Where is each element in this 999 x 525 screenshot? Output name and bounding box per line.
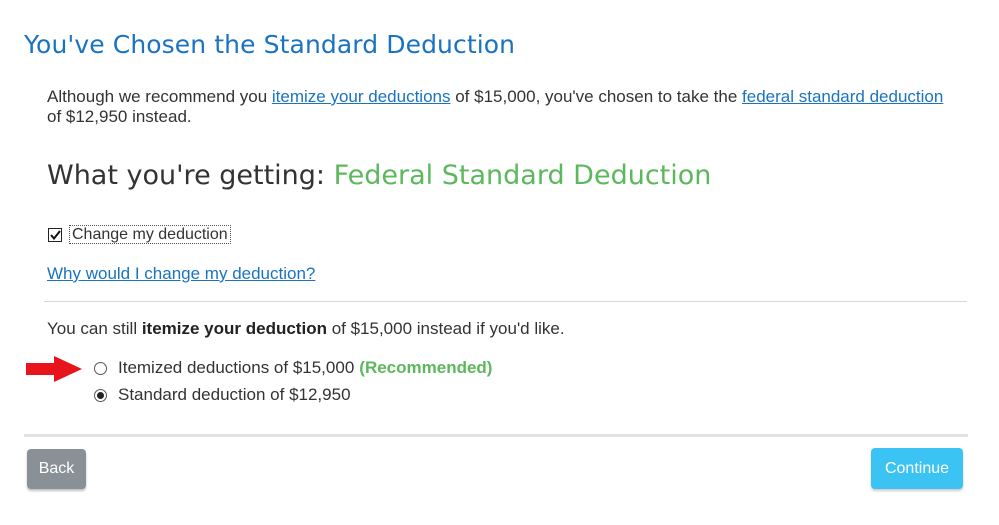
back-button[interactable]: Back <box>27 449 86 489</box>
option-standard[interactable]: Standard deduction of $12,950 <box>94 385 351 405</box>
still-text-bold: itemize your deduction <box>141 319 327 338</box>
intro-text-3: of $12,950 instead. <box>47 107 192 126</box>
still-text-2: of $15,000 instead if you'd like. <box>326 319 565 338</box>
getting-value: Federal Standard Deduction <box>333 160 712 191</box>
itemized-radio[interactable] <box>94 361 107 375</box>
change-deduction-checkbox[interactable] <box>48 227 62 242</box>
page-title: You've Chosen the Standard Deduction <box>24 30 516 59</box>
intro-text-2: of $15,000, you've chosen to take the <box>450 87 743 106</box>
divider <box>44 301 967 302</box>
continue-button[interactable]: Continue <box>871 448 963 489</box>
what-youre-getting: What you're getting: Federal Standard De… <box>47 160 711 191</box>
checkmark-icon <box>49 229 61 240</box>
recommended-badge: (Recommended) <box>359 358 493 377</box>
itemize-deductions-link[interactable]: itemize your deductions <box>272 87 451 106</box>
itemize-prompt-text: You can still itemize your deduction of … <box>47 319 565 339</box>
getting-label: What you're getting: <box>47 160 326 191</box>
radio-selected-dot <box>97 391 104 399</box>
footer-divider <box>24 434 968 437</box>
standard-radio[interactable] <box>94 388 107 402</box>
itemized-option-label[interactable]: Itemized deductions of $15,000 <box>118 358 354 378</box>
intro-paragraph: Although we recommend you itemize your d… <box>47 87 947 127</box>
intro-text-1: Although we recommend you <box>47 87 272 106</box>
why-change-deduction-link[interactable]: Why would I change my deduction? <box>47 264 315 284</box>
red-arrow-icon <box>26 356 82 382</box>
still-text-1: You can still <box>47 319 142 338</box>
change-deduction-label[interactable]: Change my deduction <box>69 225 231 244</box>
option-itemized[interactable]: Itemized deductions of $15,000 (Recommen… <box>94 358 492 378</box>
federal-standard-deduction-link[interactable]: federal standard deduction <box>742 87 943 106</box>
standard-option-label[interactable]: Standard deduction of $12,950 <box>118 385 351 405</box>
change-deduction-checkbox-row[interactable]: Change my deduction <box>48 225 231 244</box>
